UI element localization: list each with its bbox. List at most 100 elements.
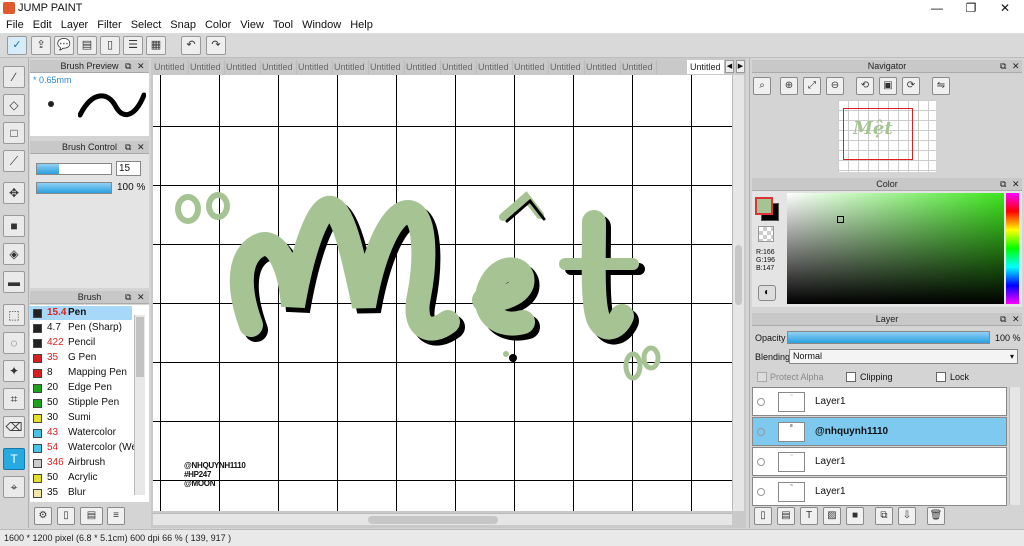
rotate-left-icon[interactable]: ⟲ bbox=[856, 77, 874, 95]
document-tab[interactable]: Untitled bbox=[619, 60, 657, 74]
brush-item[interactable]: 4.7 Pen (Sharp) bbox=[30, 321, 132, 336]
merge-layer-icon[interactable]: ⇩ bbox=[898, 507, 916, 525]
document-tab[interactable]: Untitled bbox=[331, 60, 369, 74]
close-icon[interactable]: ✕ bbox=[137, 291, 145, 304]
canvas-vertical-scrollbar[interactable] bbox=[732, 75, 744, 511]
tab-next-icon[interactable]: ▶ bbox=[736, 60, 745, 73]
menu-help[interactable]: Help bbox=[350, 17, 373, 33]
brush-item[interactable]: 54 Watercolor (We bbox=[30, 441, 137, 456]
eyedropper-icon[interactable]: ⌖ bbox=[3, 476, 25, 498]
tab-prev-icon[interactable]: ◀ bbox=[725, 60, 734, 73]
visibility-icon[interactable] bbox=[757, 488, 765, 496]
brush-item[interactable]: 346 Airbrush bbox=[30, 456, 132, 471]
zoom-in-icon[interactable]: ⊕ bbox=[780, 77, 798, 95]
new-text-layer-icon[interactable]: T bbox=[800, 507, 818, 525]
speech-bubble-icon[interactable]: 💬 bbox=[54, 36, 74, 55]
visibility-icon[interactable] bbox=[757, 428, 765, 436]
list-icon[interactable]: ☰ bbox=[123, 36, 143, 55]
document-tab[interactable]: Untitled bbox=[223, 60, 261, 74]
document-tab[interactable]: Untitled bbox=[151, 60, 189, 74]
document-tab[interactable]: Untitled bbox=[367, 60, 405, 74]
menu-filter[interactable]: Filter bbox=[97, 17, 121, 33]
new-layer-icon[interactable]: ▯ bbox=[754, 507, 772, 525]
text-tool-icon[interactable]: T bbox=[3, 448, 25, 470]
visibility-icon[interactable] bbox=[757, 458, 765, 466]
minimize-button[interactable]: — bbox=[920, 0, 954, 17]
menu-file[interactable]: File bbox=[6, 17, 24, 33]
redo-icon[interactable]: ↷ bbox=[206, 36, 226, 55]
bucket-fill-icon[interactable]: ◈ bbox=[3, 243, 25, 265]
document-tab[interactable]: Untitled bbox=[259, 60, 297, 74]
brush-item[interactable]: 20 Edge Pen bbox=[30, 381, 132, 396]
close-icon[interactable]: ✕ bbox=[1012, 313, 1020, 326]
close-icon[interactable]: ✕ bbox=[137, 141, 145, 154]
document-tab[interactable]: Untitled bbox=[511, 60, 549, 74]
lasso-select-icon[interactable]: ◌ bbox=[3, 332, 25, 354]
layer-list-scrollbar[interactable] bbox=[1009, 387, 1020, 505]
layer-row[interactable]: ~ Layer1 bbox=[752, 447, 1007, 476]
clipping-checkbox[interactable] bbox=[846, 372, 856, 382]
brush-item[interactable]: 15.4 Pen bbox=[30, 306, 132, 321]
fill-rectangle-icon[interactable]: ■ bbox=[3, 215, 25, 237]
rectangle-select-icon[interactable]: □ bbox=[3, 122, 25, 144]
close-icon[interactable]: ✕ bbox=[1012, 178, 1020, 191]
document-tab[interactable]: Untitled bbox=[187, 60, 225, 74]
brush-list-icon[interactable]: ≡ bbox=[107, 507, 125, 525]
layer-row-selected[interactable]: ≡ @nhquynh1110 bbox=[752, 417, 1007, 446]
zoom-out-icon[interactable]: ⊖ bbox=[826, 77, 844, 95]
menu-window[interactable]: Window bbox=[302, 17, 341, 33]
new-layer-folder-icon[interactable]: ▤ bbox=[777, 507, 795, 525]
menu-tool[interactable]: Tool bbox=[273, 17, 293, 33]
color-picker-cursor[interactable] bbox=[837, 216, 844, 223]
new-tone-layer-icon[interactable]: ▨ bbox=[823, 507, 841, 525]
palette-icon[interactable]: ◐ bbox=[758, 285, 776, 301]
pen-mode-icon[interactable]: ✓ bbox=[7, 36, 27, 55]
brush-settings-icon[interactable]: ⚙ bbox=[34, 507, 52, 525]
menu-snap[interactable]: Snap bbox=[170, 17, 196, 33]
zoom-fit-icon[interactable]: ⌕ bbox=[753, 77, 771, 95]
new-brush-icon[interactable]: ▯ bbox=[57, 507, 75, 525]
delete-layer-icon[interactable]: 🗑 bbox=[927, 507, 945, 525]
page-icon[interactable]: ▯ bbox=[100, 36, 120, 55]
select-pen-icon[interactable]: ⌗ bbox=[3, 388, 25, 410]
move-tool-icon[interactable]: ✥ bbox=[3, 182, 25, 204]
brush-item[interactable]: 43 Watercolor bbox=[30, 426, 132, 441]
document-tab-active[interactable]: Untitled bbox=[687, 60, 725, 74]
transparent-color-swatch[interactable] bbox=[758, 226, 774, 242]
size-slider[interactable] bbox=[36, 163, 112, 175]
layer-opacity-slider[interactable] bbox=[787, 331, 990, 344]
magic-wand-icon[interactable]: ✦ bbox=[3, 360, 25, 382]
line-tool-icon[interactable]: ⟋ bbox=[3, 150, 25, 172]
navigator-thumbnail[interactable]: Mệt bbox=[838, 100, 936, 172]
rotate-right-icon[interactable]: ⟳ bbox=[902, 77, 920, 95]
hue-slider[interactable] bbox=[1006, 193, 1019, 304]
brush-menu-icon[interactable]: ▤ bbox=[80, 507, 103, 525]
document-tab[interactable]: Untitled bbox=[439, 60, 477, 74]
gradient-tool-icon[interactable]: ▬ bbox=[3, 271, 25, 293]
close-icon[interactable]: ✕ bbox=[137, 60, 145, 73]
rotate-reset-icon[interactable]: ▣ bbox=[879, 77, 897, 95]
layer-row[interactable]: ~ Layer1 bbox=[752, 477, 1007, 506]
visibility-icon[interactable] bbox=[757, 398, 765, 406]
menu-color[interactable]: Color bbox=[205, 17, 231, 33]
detach-icon[interactable]: ⧉ bbox=[1000, 178, 1006, 191]
detach-icon[interactable]: ⧉ bbox=[125, 60, 131, 73]
detach-icon[interactable]: ⧉ bbox=[1000, 313, 1006, 326]
opacity-slider[interactable] bbox=[36, 182, 112, 194]
menu-select[interactable]: Select bbox=[131, 17, 162, 33]
document-tab[interactable]: Untitled bbox=[547, 60, 585, 74]
brush-item[interactable]: 8 Mapping Pen bbox=[30, 366, 132, 381]
foreground-color-swatch[interactable] bbox=[755, 197, 773, 215]
protect-alpha-checkbox[interactable] bbox=[757, 372, 767, 382]
fit-window-icon[interactable]: ⤢ bbox=[803, 77, 821, 95]
share-icon[interactable]: ⇪ bbox=[31, 36, 51, 55]
duplicate-layer-icon[interactable]: ⧉ bbox=[875, 507, 893, 525]
menu-view[interactable]: View bbox=[240, 17, 264, 33]
saturation-value-picker[interactable] bbox=[787, 193, 1004, 304]
brush-item[interactable]: 50 Acrylic bbox=[30, 471, 132, 486]
brush-item[interactable]: 422 Pencil bbox=[30, 336, 132, 351]
brush-tool-icon[interactable]: ∕ bbox=[3, 66, 25, 88]
grid-icon[interactable]: ▦ bbox=[146, 36, 166, 55]
document-tab[interactable]: Untitled bbox=[403, 60, 441, 74]
detach-icon[interactable]: ⧉ bbox=[1000, 60, 1006, 73]
